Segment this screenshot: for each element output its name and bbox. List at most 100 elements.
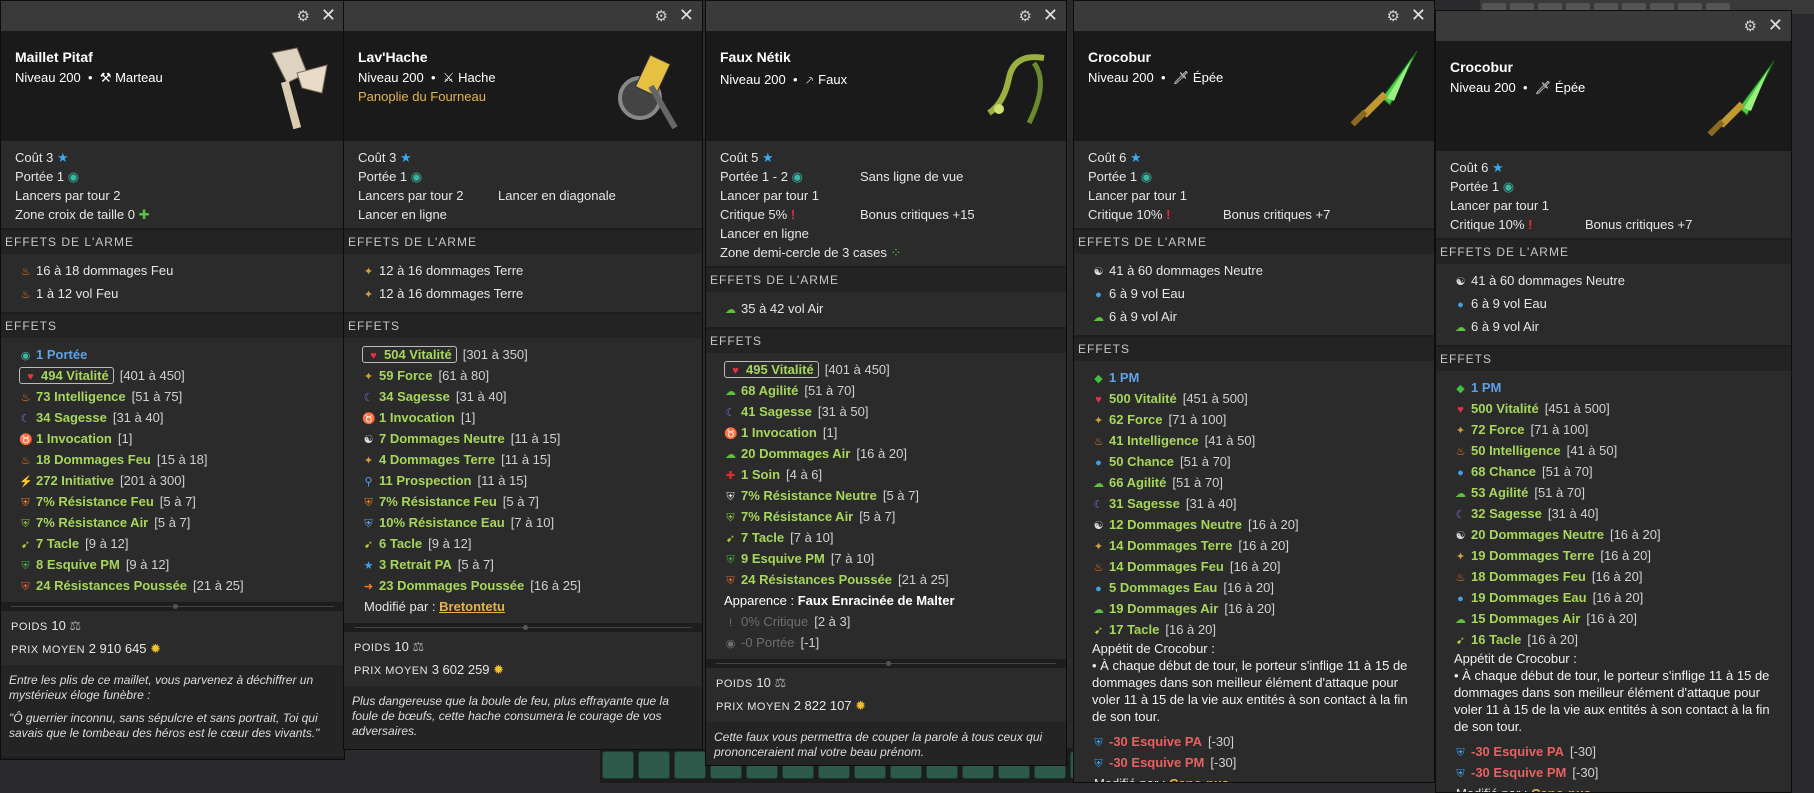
effect-value: 34 Sagesse: [36, 410, 107, 425]
weapon-effects-header: EFFETS DE L'ARME: [1074, 230, 1434, 254]
air-resist-icon: ⛨: [726, 512, 735, 524]
item-type: Épée: [1554, 80, 1586, 95]
tooltip-titlebar[interactable]: ⚙ ✕: [344, 1, 702, 31]
close-icon[interactable]: ✕: [1043, 5, 1058, 26]
effect-row: ➹ 7 Tacle [9 à 12]: [19, 533, 326, 554]
water-icon: ●: [1457, 593, 1464, 605]
range-icon: ◉: [20, 350, 31, 362]
item-characteristics: Coût 3 ★ Portée 1 ◉ Lancers par tour 2 Zone…: [1, 141, 344, 228]
neutral-icon: ☯: [1093, 520, 1104, 532]
effect-value: 34 Sagesse: [379, 389, 450, 404]
effect-range: [9 à 12]: [428, 536, 472, 551]
effect-range: [71 à 100]: [1168, 412, 1227, 427]
wisdom-icon: ☾: [363, 392, 374, 404]
gear-icon[interactable]: ⚙: [655, 7, 668, 25]
effect-row: ☁ 53 Agilité [51 à 70]: [1454, 482, 1773, 503]
price-label: PRIX MOYEN: [11, 644, 86, 656]
effect-range: [16 à 20]: [1223, 580, 1274, 595]
effect-value: 72 Force: [1471, 422, 1525, 437]
effect-value: 495 Vitalité: [746, 362, 814, 377]
effect-range: [16 à 20]: [1224, 601, 1275, 616]
range-icon: ◉: [410, 169, 423, 184]
characteristic-secondary: Bonus critiques +7: [1223, 207, 1331, 222]
wisdom-icon: ☾: [20, 413, 31, 425]
ap-cost-icon: ★: [399, 150, 412, 165]
characteristic-row: Lancers par tour 2: [15, 188, 121, 203]
highlighted-effect: ♥ 504 Vitalité: [362, 346, 457, 363]
item-footer: POIDS 10 ⚖ PRIX MOYEN 2 910 645 ✹: [1, 611, 344, 665]
tooltip-titlebar[interactable]: ⚙ ✕: [1074, 1, 1434, 31]
effect-row: ◉ 1 Portée: [19, 344, 326, 365]
effect-range: [4 à 6]: [786, 467, 823, 482]
effect-row: ♥ 500 Vitalité [451 à 500]: [1092, 388, 1416, 409]
close-icon[interactable]: ✕: [1411, 5, 1426, 26]
item-description: Cette faux vous permettra de couper la p…: [706, 722, 1066, 765]
effect-range: [5 à 7]: [154, 515, 191, 530]
weapon-effects-header: EFFETS DE L'ARME: [706, 268, 1066, 292]
divider: [716, 659, 1056, 668]
effect-row: ☾ 34 Sagesse [31 à 40]: [362, 386, 684, 407]
characteristic-row: Portée 1 - 2 ◉ Sans ligne de vue: [720, 169, 964, 184]
effect-value: 5 Dommages Eau: [1109, 580, 1218, 595]
effect-range: [51 à 70]: [804, 383, 855, 398]
item-image: [1342, 43, 1424, 133]
modified-by-link[interactable]: Cano-pus: [1169, 776, 1229, 782]
weight-label: POIDS: [354, 642, 391, 654]
effects-list: ◆ 1 PM ♥ 500 Vitalité [451 à 500] ✦ 72 Force [7…: [1436, 371, 1791, 792]
effect-row: ✦ 72 Force [71 à 100]: [1454, 419, 1773, 440]
price-value: 2 822 107: [793, 698, 852, 713]
effect-value: 24 Résistances Poussée: [36, 578, 188, 593]
tooltip-titlebar[interactable]: ⚙ ✕: [706, 1, 1066, 31]
characteristic-row: Zone demi-cercle de 3 cases ⁘: [720, 245, 902, 260]
characteristic-row: Portée 1 ◉: [15, 169, 80, 184]
effect-row: ☾ 31 Sagesse [31 à 40]: [1092, 493, 1416, 514]
weapon-effects-header: EFFETS DE L'ARME: [1436, 240, 1791, 264]
effect-value: 20 Dommages Neutre: [1471, 527, 1604, 542]
lock-icon: ➹: [363, 539, 374, 551]
effects-list: ♥ 504 Vitalité [301 à 350] ✦ 59 Force [61 à 8…: [344, 338, 702, 623]
effect-range: [451 à 500]: [1544, 401, 1610, 416]
effect-value: 68 Chance: [1471, 464, 1537, 479]
effect-value: 272 Initiative: [36, 473, 115, 488]
effect-range: [71 à 100]: [1530, 422, 1589, 437]
effect-row: ➹ 6 Tacle [9 à 12]: [362, 533, 684, 554]
effect-value: 7 Tacle: [36, 536, 80, 551]
effect-range: [16 à 20]: [1586, 611, 1637, 626]
close-icon[interactable]: ✕: [1768, 15, 1783, 36]
effect-value: 20 Dommages Air: [741, 446, 851, 461]
neutral-icon: ☯: [1093, 266, 1104, 278]
effect-value: 23 Dommages Poussée: [379, 578, 525, 593]
effects-header: EFFETS: [344, 314, 702, 338]
item-header: Maillet Pitaf Niveau 200 • ⚒ Marteau: [1, 31, 344, 141]
tooltip-titlebar[interactable]: ⚙ ✕: [1, 1, 344, 31]
scythe-icon: ⸕: [804, 72, 815, 87]
tooltip-titlebar[interactable]: ⚙ ✕: [1436, 11, 1791, 41]
water-icon: ●: [1457, 299, 1464, 311]
effect-range: [51 à 70]: [1534, 485, 1585, 500]
close-icon[interactable]: ✕: [679, 5, 694, 26]
effect-value: 494 Vitalité: [41, 368, 109, 383]
gear-icon[interactable]: ⚙: [1387, 7, 1400, 25]
characteristic-row: Critique 10% ! Bonus critiques +7: [1450, 217, 1693, 232]
effect-row: ⛨ 9 Esquive PM [7 à 10]: [724, 548, 1048, 569]
weapon-effect: ♨ 1 à 12 vol Feu: [19, 283, 326, 306]
effect-range: [7 à 10]: [790, 530, 834, 545]
gear-icon[interactable]: ⚙: [1019, 7, 1032, 25]
item-image: [1699, 53, 1781, 143]
modified-by-link[interactable]: Cano-pus: [1531, 786, 1591, 792]
effect-range: [301 à 350]: [462, 347, 528, 362]
weight-value: 10: [394, 639, 409, 654]
effect-row: ➹ 16 Tacle [16 à 20]: [1454, 629, 1773, 650]
effect-value: 7% Résistance Air: [36, 515, 149, 530]
modified-by-link[interactable]: Bretontetu: [439, 599, 505, 614]
gear-icon[interactable]: ⚙: [297, 7, 310, 25]
gear-icon[interactable]: ⚙: [1744, 17, 1757, 35]
effects-list: ♥ 495 Vitalité [401 à 450] ☁ 68 Agilité [51 à…: [706, 353, 1066, 659]
close-icon[interactable]: ✕: [321, 5, 336, 26]
effect-row: ● 50 Chance [51 à 70]: [1092, 451, 1416, 472]
characteristic-row: Portée 1 ◉: [1450, 179, 1515, 194]
range-icon: ◉: [1140, 169, 1153, 184]
effect-range: [31 à 50]: [817, 404, 869, 419]
fire-resist-icon: ⛨: [21, 497, 30, 509]
range-icon: ◉: [67, 169, 80, 184]
